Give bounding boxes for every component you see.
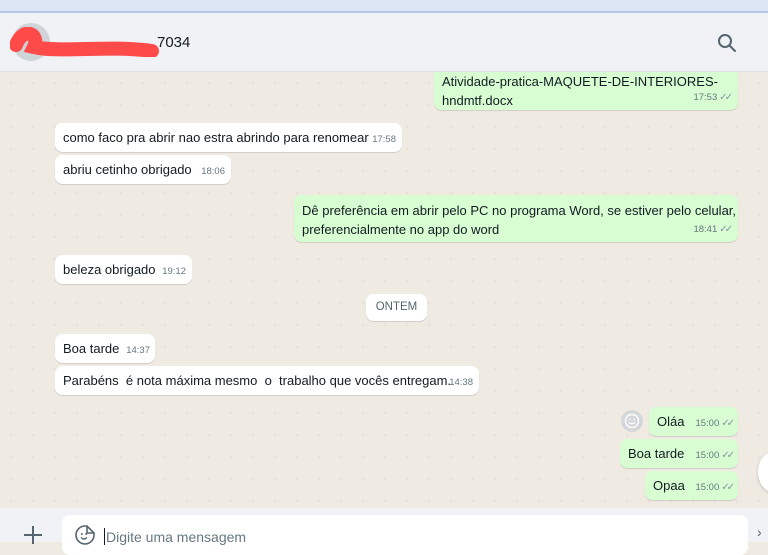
double-check-icon: ✓✓ <box>721 418 735 429</box>
message-time: 19:12 <box>162 266 186 277</box>
message-incoming[interactable]: Boa tarde 14:37 <box>55 334 155 363</box>
message-incoming[interactable]: abriu cetinho obrigado 18:06 <box>55 155 231 184</box>
message-text: Parabéns é nota máxima mesmo o trabalho … <box>63 373 452 388</box>
double-check-icon: ✓✓ <box>721 450 735 461</box>
message-text: como faco pra abrir nao estra abrindo pa… <box>63 130 369 145</box>
message-incoming[interactable]: beleza obrigado 19:12 <box>55 255 192 284</box>
message-outgoing[interactable]: Boa tarde 15:00 ✓✓ <box>620 439 738 468</box>
message-outgoing[interactable]: Atividade-pratica-MAQUETE-DE-INTERIORES-… <box>434 72 738 110</box>
double-check-icon: ✓✓ <box>721 482 735 493</box>
message-input[interactable] <box>106 527 706 547</box>
day-separator: ONTEM <box>366 294 427 321</box>
double-check-icon: ✓✓ <box>719 224 733 235</box>
message-incoming[interactable]: como faco pra abrir nao estra abrindo pa… <box>55 123 402 152</box>
message-input-box[interactable] <box>62 515 748 555</box>
message-outgoing[interactable]: Opaa 15:00 ✓✓ <box>645 471 738 500</box>
message-time: 15:00 <box>695 450 720 461</box>
message-outgoing[interactable]: Oláa 15:00 ✓✓ <box>649 407 738 436</box>
message-outgoing[interactable]: Dê preferência em abrir pelo PC no progr… <box>294 195 738 242</box>
composer-bar: › <box>0 508 768 555</box>
message-time: 15:00 <box>695 482 720 493</box>
message-text: Atividade-pratica-MAQUETE-DE-INTERIORES-… <box>442 74 718 108</box>
message-time: 18:41 <box>693 224 718 235</box>
search-button[interactable] <box>714 30 740 56</box>
scroll-to-bottom-button[interactable] <box>758 452 768 492</box>
message-list[interactable]: Atividade-pratica-MAQUETE-DE-INTERIORES-… <box>0 72 768 508</box>
message-text: Dê preferência em abrir pelo PC no progr… <box>302 203 737 237</box>
message-text: Boa tarde <box>63 341 120 356</box>
sticker-icon <box>75 525 95 545</box>
message-time: 15:00 <box>695 418 720 429</box>
plus-icon <box>24 526 42 544</box>
message-incoming[interactable]: Parabéns é nota máxima mesmo o trabalho … <box>55 366 479 395</box>
message-time: 17:58 <box>372 134 396 145</box>
double-check-icon: ✓✓ <box>719 92 733 103</box>
message-time: 14:37 <box>126 345 150 356</box>
message-text: Opaa <box>653 478 685 493</box>
message-time: 18:06 <box>201 166 225 177</box>
reaction-button[interactable] <box>621 410 643 432</box>
redaction-scribble <box>10 27 159 57</box>
message-text: beleza obrigado <box>63 262 156 277</box>
attach-button[interactable] <box>20 522 46 548</box>
smiley-icon <box>624 413 640 429</box>
message-time: 17:53 <box>693 92 718 103</box>
message-text: Boa tarde <box>628 446 685 461</box>
contact-name[interactable]: 7034 <box>157 34 190 51</box>
search-icon <box>718 34 736 52</box>
chevron-icon[interactable]: › <box>757 524 762 540</box>
sticker-button[interactable] <box>74 524 96 546</box>
browser-tab-strip <box>0 0 768 13</box>
message-text: Oláa <box>657 414 685 429</box>
chat-header[interactable]: 7034 <box>0 13 768 72</box>
message-text: abriu cetinho obrigado <box>63 162 192 177</box>
message-time: 14:38 <box>449 377 473 388</box>
text-caret <box>104 528 105 545</box>
